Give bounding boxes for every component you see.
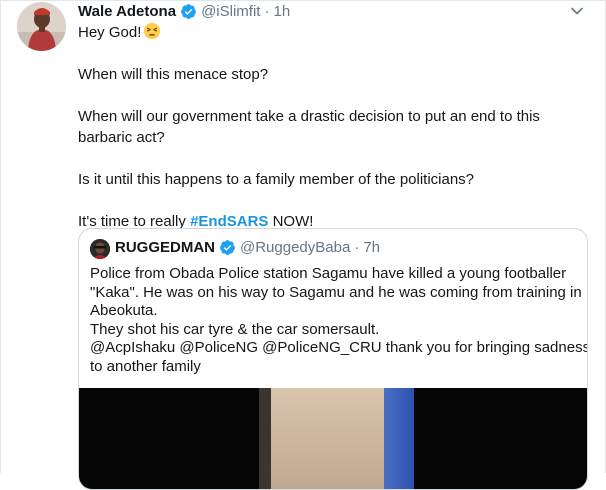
separator-dot: · xyxy=(264,3,270,20)
quoted-author-avatar[interactable] xyxy=(90,239,110,259)
quoted-tweet-timestamp[interactable]: 7h xyxy=(363,239,380,256)
quoted-text-line: Police from Obada Police station Sagamu … xyxy=(90,265,567,282)
quoted-text-line: "Kaka". He was on his way to Sagamu and … xyxy=(90,283,582,301)
verified-badge-icon xyxy=(219,239,236,256)
quoted-tweet-body: Police from Obada Police station Sagamu … xyxy=(90,265,588,376)
tweet-paragraph: When will our government take a drastic … xyxy=(78,108,540,146)
tweet-paragraph: Hey God! xyxy=(78,22,161,46)
author-avatar[interactable] xyxy=(17,2,66,51)
quoted-tweet-header: RUGGEDMAN @RuggedyBaba · 7h xyxy=(115,239,380,256)
quoted-text-line: to another family xyxy=(90,357,201,375)
video-frame-shadow xyxy=(259,388,271,489)
author-handle[interactable]: @iSlimfit xyxy=(201,3,260,20)
separator-dot: · xyxy=(354,239,360,256)
video-frame-blue-object xyxy=(384,388,414,489)
quoted-text-line: @AcpIshaku @PoliceNG @PoliceNG_CRU thank… xyxy=(90,339,588,356)
chevron-down-icon[interactable] xyxy=(570,4,584,18)
tired-face-emoji-icon xyxy=(143,22,161,46)
verified-badge-icon xyxy=(180,3,197,20)
quoted-tweet-video[interactable] xyxy=(79,388,587,489)
quoted-tweet[interactable]: RUGGEDMAN @RuggedyBaba · 7h Police from … xyxy=(78,228,588,490)
quoted-author-name[interactable]: RUGGEDMAN xyxy=(115,239,215,256)
tweet-paragraph: When will this menace stop? xyxy=(78,66,269,83)
quoted-text-line: They shot his car tyre & the car somersa… xyxy=(90,320,380,338)
quoted-text-line: Abeokuta. xyxy=(90,302,158,319)
tweet-timestamp[interactable]: 1h xyxy=(273,3,290,20)
quoted-author-handle[interactable]: @RuggedyBaba xyxy=(240,239,350,256)
tweet-header: Wale Adetona @iSlimfit · 1h xyxy=(78,3,290,20)
author-name[interactable]: Wale Adetona xyxy=(78,3,176,20)
tweet-paragraph: Is it until this happens to a family mem… xyxy=(78,171,475,188)
